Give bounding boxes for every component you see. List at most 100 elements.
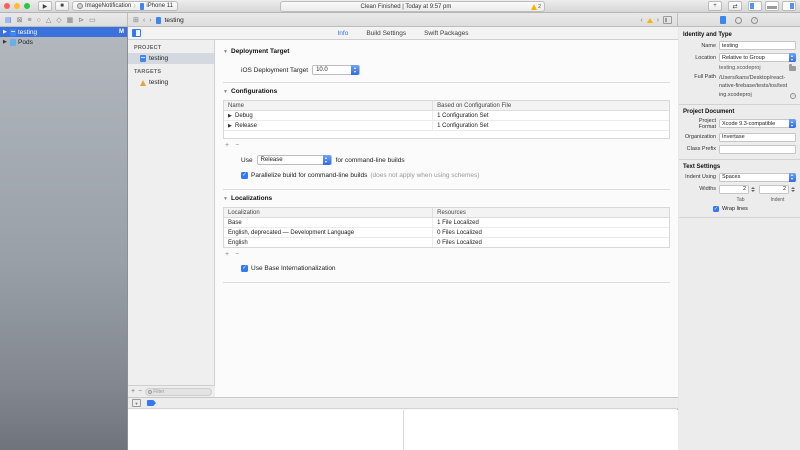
editor-layout-icon[interactable]: [663, 16, 672, 24]
jumpbar-file-name[interactable]: testing: [165, 17, 184, 24]
arrows-icon: ⇄: [732, 3, 737, 10]
toggle-navigator-button[interactable]: [748, 1, 762, 11]
symbol-navigator-icon[interactable]: ≡: [28, 17, 32, 24]
navigator-item-testing[interactable]: ▶ testing M: [0, 27, 127, 37]
stop-button[interactable]: ■: [55, 1, 69, 11]
scheme-selector[interactable]: ImageNotification 〉 iPhone 11: [72, 1, 178, 11]
tab-build-settings[interactable]: Build Settings: [366, 30, 406, 37]
table-row[interactable]: ▶Release 1 Configuration Set: [224, 121, 669, 131]
toggle-debug-area-button[interactable]: [765, 1, 779, 11]
warning-count: 2: [538, 4, 541, 10]
target-row-testing[interactable]: testing: [128, 77, 214, 88]
remove-localization-button[interactable]: −: [235, 251, 239, 258]
remove-configuration-button[interactable]: −: [235, 142, 239, 149]
editor-tab-strip: Info Build Settings Swift Packages: [128, 27, 678, 40]
indent-width-value[interactable]: 2: [759, 185, 789, 194]
organization-input[interactable]: Invertase: [719, 133, 796, 142]
add-target-button[interactable]: +: [131, 388, 135, 395]
reveal-in-finder-icon[interactable]: ›: [790, 93, 796, 99]
navigator-item-label: testing: [18, 29, 37, 36]
indent-using-value: Spaces: [722, 174, 740, 180]
toggle-inspector-button[interactable]: [782, 1, 796, 11]
filter-input[interactable]: Filter: [145, 388, 212, 396]
warning-badge[interactable]: 2: [531, 4, 544, 10]
history-inspector-icon[interactable]: [735, 17, 742, 24]
extension-target-icon: [77, 3, 83, 9]
indent-using-popup[interactable]: Spaces: [719, 173, 796, 182]
source-control-status-badge: M: [119, 29, 124, 35]
debug-area: [128, 410, 678, 450]
full-path-value: /Users/kans/Desktop/react-native-firebas…: [719, 74, 788, 99]
section-disclosure-icon[interactable]: ▼: [223, 196, 228, 202]
quick-help-inspector-icon[interactable]: ?: [751, 17, 758, 24]
wrap-lines-checkbox[interactable]: ✓: [713, 206, 719, 212]
tab-info[interactable]: Info: [337, 30, 348, 37]
hide-debug-area-button[interactable]: ▼: [132, 399, 141, 407]
table-row[interactable]: ▶Debug 1 Configuration Set: [224, 111, 669, 121]
run-button[interactable]: ▶: [38, 1, 52, 11]
issue-warning-icon[interactable]: [647, 18, 653, 23]
navigator-item-pods[interactable]: ▶ Pods: [0, 37, 127, 47]
project-file-icon: [140, 55, 146, 62]
project-format-popup[interactable]: Xcode 9.3-compatible: [719, 119, 796, 128]
row-disclosure-icon[interactable]: ▶: [228, 123, 233, 129]
parallelize-checkbox[interactable]: ✓: [241, 172, 248, 179]
debug-navigator-icon[interactable]: ▦: [67, 17, 74, 24]
toolbar-right: + ⇄: [708, 1, 796, 11]
previous-issue-icon[interactable]: ‹: [640, 17, 642, 24]
breakpoint-navigator-icon[interactable]: ⊳: [78, 17, 84, 24]
library-button[interactable]: +: [708, 1, 722, 11]
tab-width-value[interactable]: 2: [719, 185, 749, 194]
tab-width-stepper[interactable]: 2: [719, 185, 756, 194]
stepper-arrows-icon[interactable]: [750, 185, 756, 194]
related-items-icon[interactable]: ⊞: [133, 16, 139, 24]
row-disclosure-icon[interactable]: ▶: [228, 113, 233, 119]
disclosure-icon[interactable]: ▶: [3, 29, 8, 35]
name-input[interactable]: testing: [719, 41, 796, 50]
test-navigator-icon[interactable]: ◇: [56, 17, 61, 24]
organization-label: Organization: [683, 134, 719, 140]
minimize-window-button[interactable]: [14, 3, 20, 9]
source-control-navigator-icon[interactable]: ⊠: [17, 17, 23, 24]
table-row[interactable]: Base 1 File Localized: [224, 218, 669, 228]
file-inspector-icon[interactable]: [720, 16, 726, 24]
search-navigator-icon[interactable]: ○: [37, 17, 41, 24]
base-internationalization-checkbox[interactable]: ✓: [241, 265, 248, 272]
pane-filter-bar: + − Filter: [128, 385, 215, 397]
project-row-testing[interactable]: testing: [128, 53, 214, 64]
name-row: Name testing: [683, 41, 796, 50]
close-window-button[interactable]: [4, 3, 10, 9]
table-row[interactable]: English, deprecated — Development Langua…: [224, 228, 669, 238]
back-icon[interactable]: ‹: [143, 17, 145, 24]
code-review-button[interactable]: ⇄: [728, 1, 742, 11]
choose-location-folder-icon[interactable]: [789, 66, 796, 71]
configurations-add-remove: + −: [225, 142, 670, 149]
section-disclosure-icon[interactable]: ▼: [223, 49, 228, 55]
disclosure-icon[interactable]: ▶: [3, 39, 8, 45]
project-navigator-icon[interactable]: ▤: [5, 17, 12, 24]
add-localization-button[interactable]: +: [225, 251, 229, 258]
section-disclosure-icon[interactable]: ▼: [223, 89, 228, 95]
plus-icon: +: [713, 3, 717, 9]
breakpoints-toggle-icon[interactable]: [147, 400, 156, 406]
tab-swift-packages[interactable]: Swift Packages: [424, 30, 468, 37]
project-file-icon: [10, 29, 16, 36]
add-configuration-button[interactable]: +: [225, 142, 229, 149]
deployment-target-popup[interactable]: 10.0: [312, 65, 360, 75]
table-row[interactable]: English 0 Files Localized: [224, 238, 669, 247]
location-popup[interactable]: Relative to Group: [719, 53, 796, 62]
command-line-config-popup[interactable]: Release: [257, 155, 332, 165]
indent-width-stepper[interactable]: 2: [759, 185, 796, 194]
remove-target-button[interactable]: −: [138, 388, 142, 395]
deployment-target-label: iOS Deployment Target: [241, 67, 308, 74]
issue-navigator-icon[interactable]: △: [46, 17, 51, 24]
report-navigator-icon[interactable]: ▭: [89, 17, 96, 24]
next-issue-icon[interactable]: ›: [657, 17, 659, 24]
stepper-arrows-icon[interactable]: [790, 185, 796, 194]
info-editor-content: ▼ Deployment Target iOS Deployment Targe…: [215, 40, 678, 397]
editor-tabs: Info Build Settings Swift Packages: [128, 30, 678, 37]
zoom-window-button[interactable]: [24, 3, 30, 9]
class-prefix-input[interactable]: [719, 145, 796, 154]
forward-icon[interactable]: ›: [149, 17, 151, 24]
location-row: Location Relative to Group: [683, 53, 796, 62]
